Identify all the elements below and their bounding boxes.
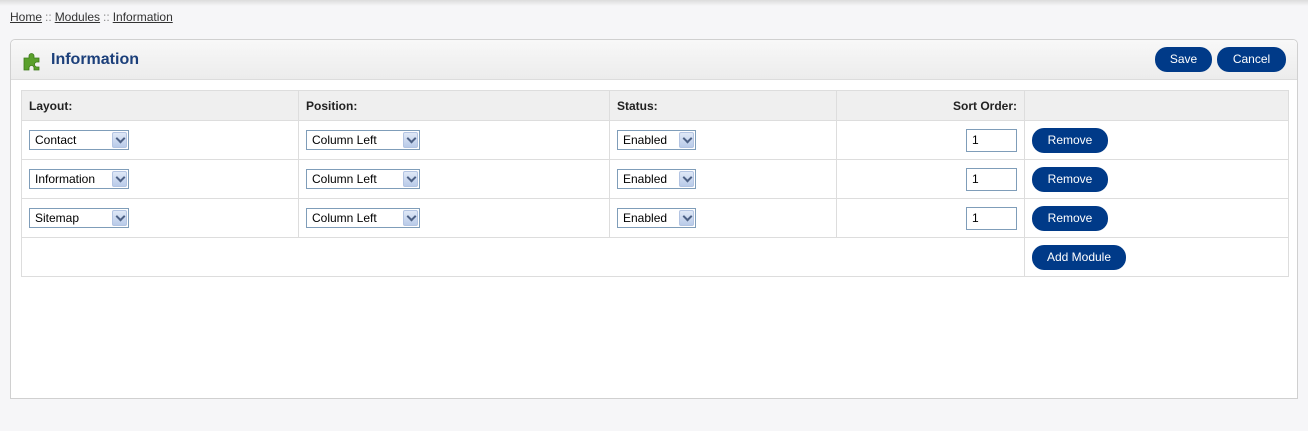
page-title: Information — [51, 51, 139, 68]
dropdown-arrow-icon[interactable] — [112, 210, 127, 226]
cancel-button[interactable]: Cancel — [1217, 47, 1286, 72]
breadcrumb-information-link[interactable]: Information — [113, 10, 173, 24]
layout-select-value: Information — [35, 172, 96, 186]
breadcrumb-home-link[interactable]: Home — [10, 10, 42, 24]
dropdown-arrow-icon[interactable] — [679, 171, 694, 187]
dropdown-arrow-icon[interactable] — [112, 171, 127, 187]
dropdown-arrow-icon[interactable] — [403, 210, 418, 226]
sort-order-input[interactable]: 1 — [966, 206, 1017, 230]
dropdown-arrow-icon[interactable] — [679, 210, 694, 226]
remove-button[interactable]: Remove — [1032, 205, 1108, 231]
table-header-row: Layout: Position: Status: Sort Order: — [21, 90, 1289, 121]
status-select[interactable]: Enabled — [617, 169, 696, 189]
remove-button[interactable]: Remove — [1032, 166, 1108, 192]
dropdown-arrow-icon[interactable] — [112, 132, 127, 148]
status-select[interactable]: Enabled — [617, 208, 696, 228]
table-row: Contact Column Left Enabled 1 Remove — [21, 120, 1289, 160]
position-select-value: Column Left — [312, 133, 377, 147]
status-select-value: Enabled — [623, 133, 668, 147]
breadcrumb-separator: :: — [103, 10, 110, 24]
panel-heading: Information Save Cancel — [11, 40, 1297, 80]
footer-spacer-cell — [21, 237, 1025, 277]
status-select-value: Enabled — [623, 211, 668, 225]
position-select-value: Column Left — [312, 172, 377, 186]
dropdown-arrow-icon[interactable] — [679, 132, 694, 148]
dropdown-arrow-icon[interactable] — [403, 171, 418, 187]
layout-select[interactable]: Sitemap — [29, 208, 129, 228]
breadcrumb-modules-link[interactable]: Modules — [55, 10, 100, 24]
breadcrumb: Home:: Modules:: Information — [10, 10, 173, 24]
status-select-value: Enabled — [623, 172, 668, 186]
table-row: Sitemap Column Left Enabled 1 Remove — [21, 198, 1289, 238]
status-select[interactable]: Enabled — [617, 130, 696, 150]
column-header-actions — [1024, 90, 1289, 121]
sort-order-input[interactable]: 1 — [966, 128, 1017, 152]
puzzle-piece-icon — [23, 53, 40, 71]
layout-select-value: Contact — [35, 133, 77, 147]
layout-select-value: Sitemap — [35, 211, 80, 225]
sort-order-input[interactable]: 1 — [966, 167, 1017, 191]
add-module-button[interactable]: Add Module — [1032, 244, 1126, 270]
module-table: Layout: Position: Status: Sort Order: Co… — [21, 90, 1289, 277]
remove-button[interactable]: Remove — [1032, 127, 1108, 153]
save-button[interactable]: Save — [1155, 47, 1212, 72]
position-select[interactable]: Column Left — [306, 130, 420, 150]
column-header-layout: Layout: — [21, 90, 299, 121]
column-header-status: Status: — [609, 90, 837, 121]
column-header-position: Position: — [298, 90, 610, 121]
position-select[interactable]: Column Left — [306, 169, 420, 189]
dropdown-arrow-icon[interactable] — [403, 132, 418, 148]
table-row: Information Column Left Enabled 1 Remove — [21, 159, 1289, 199]
column-header-sort-order: Sort Order: — [836, 90, 1025, 121]
layout-select[interactable]: Contact — [29, 130, 129, 150]
top-shadow — [0, 0, 1308, 6]
position-select-value: Column Left — [312, 211, 377, 225]
breadcrumb-separator: :: — [45, 10, 52, 24]
module-panel: Information Save Cancel Layout: Position… — [10, 39, 1298, 399]
table-footer-row: Add Module — [21, 237, 1289, 277]
position-select[interactable]: Column Left — [306, 208, 420, 228]
layout-select[interactable]: Information — [29, 169, 129, 189]
